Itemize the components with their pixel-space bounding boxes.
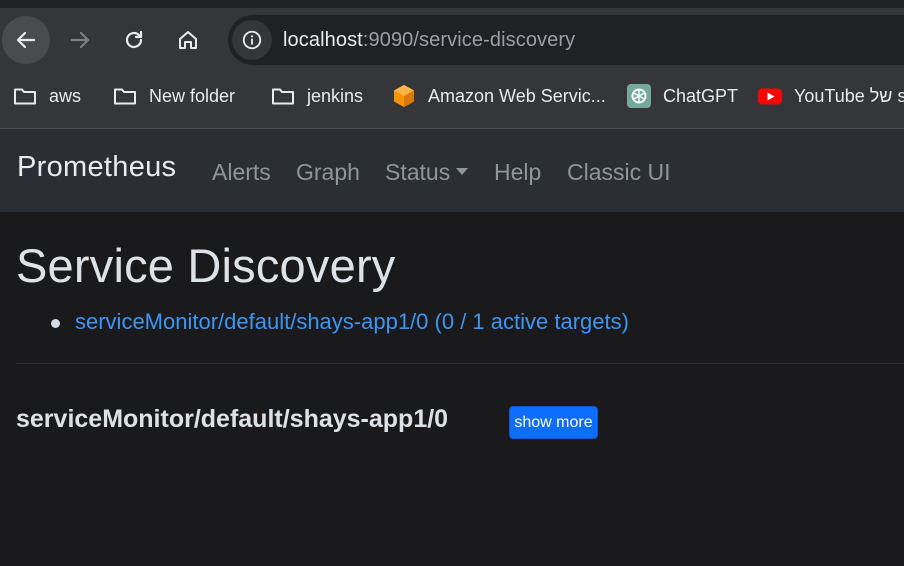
nav-alerts[interactable]: Alerts xyxy=(212,159,271,186)
page-title: Service Discovery xyxy=(16,239,396,292)
url-path: :9090/service-discovery xyxy=(362,28,576,51)
url-host: localhost xyxy=(283,28,363,51)
forward-button[interactable] xyxy=(56,16,104,64)
divider xyxy=(16,363,904,364)
brand-link[interactable]: Prometheus xyxy=(17,151,176,184)
bookmark-label: aws xyxy=(49,85,82,106)
bookmark-label: ChatGPT xyxy=(663,85,739,106)
info-circle-icon xyxy=(242,30,262,50)
folder-icon xyxy=(14,88,36,105)
bookmark-label: YouTube של sh xyxy=(794,85,904,106)
section-heading: serviceMonitor/default/shays-app1/0 xyxy=(16,405,449,433)
bookmark-label: jenkins xyxy=(307,85,364,106)
bookmark-amazon-web-services[interactable]: Amazon Web Servic... xyxy=(391,78,606,114)
nav-classic-ui[interactable]: Classic UI xyxy=(567,159,671,186)
nav-help[interactable]: Help xyxy=(494,159,541,186)
prometheus-navbar: Prometheus Alerts Graph Status Help Clas… xyxy=(0,128,904,212)
tab-strip-edge xyxy=(0,0,904,8)
nav-graph[interactable]: Graph xyxy=(296,159,360,186)
youtube-icon xyxy=(758,88,782,105)
chatgpt-icon xyxy=(627,84,651,108)
url-text[interactable]: localhost:9090/service-discovery xyxy=(283,29,575,52)
aws-orange-cube-icon xyxy=(394,85,414,107)
browser-toolbar: localhost:9090/service-discovery aws New… xyxy=(0,0,904,128)
home-button[interactable] xyxy=(164,16,212,64)
nav-status-dropdown[interactable]: Status xyxy=(385,159,469,186)
arrow-right-icon xyxy=(70,31,90,49)
bookmarks-bar: aws New folder jenkins Amazon Web Servic… xyxy=(0,76,904,116)
bookmark-aws-folder[interactable]: aws xyxy=(12,78,81,114)
bookmark-chatgpt[interactable]: ChatGPT xyxy=(626,78,738,114)
arrow-left-icon xyxy=(16,31,36,49)
site-info-button[interactable] xyxy=(232,20,272,60)
nav-status-label: Status xyxy=(385,159,451,185)
service-monitor-link[interactable]: serviceMonitor/default/shays-app1/0 (0 /… xyxy=(75,309,629,335)
main-content: Service Discovery serviceMonitor/default… xyxy=(0,212,904,566)
bookmark-jenkins-folder[interactable]: jenkins xyxy=(270,78,363,114)
caret-down-icon xyxy=(456,168,469,175)
folder-icon xyxy=(114,88,136,105)
reload-icon xyxy=(125,30,143,49)
address-bar[interactable]: localhost:9090/service-discovery xyxy=(228,15,904,65)
bookmark-new-folder[interactable]: New folder xyxy=(112,78,235,114)
bookmark-label: New folder xyxy=(149,85,236,106)
back-button[interactable] xyxy=(2,16,50,64)
bookmark-label: Amazon Web Servic... xyxy=(428,85,606,106)
show-more-button[interactable]: show more xyxy=(509,406,598,439)
bookmark-youtube[interactable]: YouTube של sh xyxy=(757,78,904,114)
list-bullet xyxy=(51,319,60,328)
folder-icon xyxy=(272,88,294,105)
reload-button[interactable] xyxy=(110,16,158,64)
home-icon xyxy=(179,31,197,49)
